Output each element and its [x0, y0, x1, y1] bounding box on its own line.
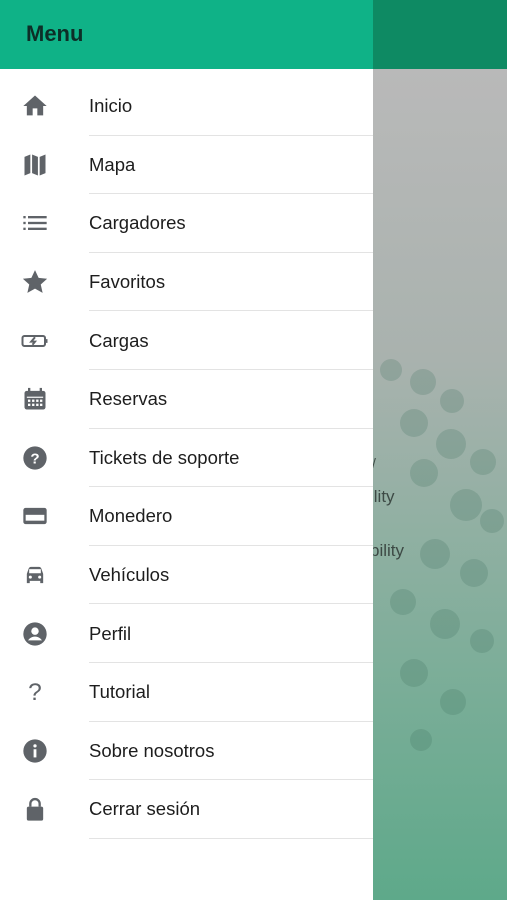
- menu-item-cargadores[interactable]: Cargadores: [0, 194, 373, 253]
- account-circle-icon: [20, 619, 50, 649]
- help-circle-icon: ?: [20, 443, 50, 473]
- menu-item-favoritos[interactable]: Favoritos: [0, 253, 373, 312]
- menu-item-label: Cargas: [89, 329, 149, 351]
- menu-item-perfil[interactable]: Perfil: [0, 604, 373, 663]
- menu-item-vehiculos[interactable]: Vehículos: [0, 546, 373, 605]
- menu-item-label: Vehículos: [89, 564, 170, 586]
- info-icon: [20, 736, 50, 766]
- menu-item-monedero[interactable]: Monedero: [0, 487, 373, 546]
- home-icon: [20, 91, 50, 121]
- menu-item-label: Reservas: [89, 388, 168, 410]
- star-icon: [20, 267, 50, 297]
- menu-item-label: Cargadores: [89, 212, 186, 234]
- menu-item-label: Favoritos: [89, 271, 166, 293]
- divider: [89, 837, 373, 839]
- svg-text:?: ?: [30, 450, 39, 467]
- menu-item-cargas[interactable]: Cargas: [0, 311, 373, 370]
- credit-card-icon: [20, 501, 50, 531]
- car-icon: [20, 560, 50, 590]
- battery-charging-icon: [20, 326, 50, 356]
- background-partial-text-2: ility: [370, 487, 395, 506]
- drawer-header: Menu: [0, 0, 373, 69]
- menu-item-label: Cerrar sesión: [89, 798, 201, 820]
- menu-list: Inicio Mapa Cargadores Favoritos Cargas …: [0, 69, 373, 839]
- menu-item-label: Mapa: [89, 153, 136, 175]
- menu-item-sobre-nosotros[interactable]: Sobre nosotros: [0, 722, 373, 781]
- menu-item-label: Sobre nosotros: [89, 739, 215, 761]
- navigation-drawer: Menu Inicio Mapa Cargadores Favoritos Ca…: [0, 0, 373, 900]
- menu-item-reservas[interactable]: Reservas: [0, 370, 373, 429]
- menu-item-tutorial[interactable]: ? Tutorial: [0, 663, 373, 722]
- svg-text:?: ?: [28, 679, 42, 706]
- menu-item-label: Inicio: [89, 95, 133, 117]
- menu-item-label: Monedero: [89, 505, 173, 527]
- calendar-icon: [20, 384, 50, 414]
- menu-item-label: Tutorial: [89, 681, 151, 703]
- list-icon: [20, 208, 50, 238]
- menu-item-tickets-de-soporte[interactable]: ? Tickets de soporte: [0, 429, 373, 488]
- question-mark-icon: ?: [20, 677, 50, 707]
- menu-item-inicio[interactable]: Inicio: [0, 77, 373, 136]
- menu-item-label: Perfil: [89, 622, 132, 644]
- map-icon: [20, 150, 50, 180]
- menu-item-cerrar-sesion[interactable]: Cerrar sesión: [0, 780, 373, 839]
- menu-item-label: Tickets de soporte: [89, 446, 240, 468]
- drawer-title: Menu: [26, 21, 84, 46]
- menu-item-mapa[interactable]: Mapa: [0, 136, 373, 195]
- lock-icon: [20, 794, 50, 824]
- background-partial-text-3: bility: [370, 541, 405, 560]
